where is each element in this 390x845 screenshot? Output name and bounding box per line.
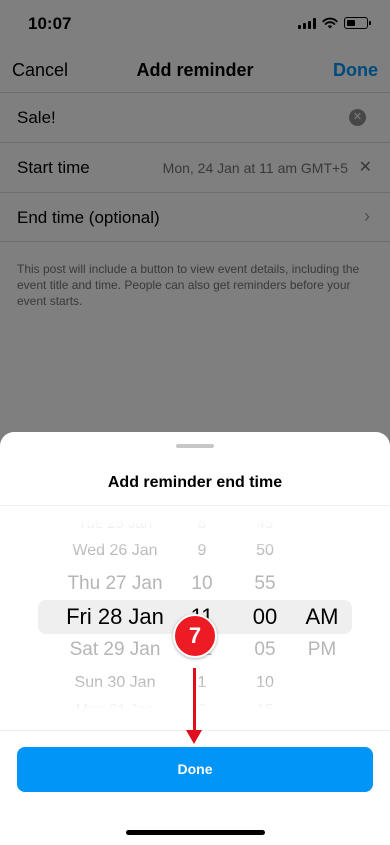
annotation-arrow <box>193 668 196 730</box>
step-number-badge: 7 <box>173 614 217 658</box>
picker-hour-option[interactable]: 10 <box>182 573 222 596</box>
picker-date-option[interactable]: Sat 29 Jan <box>40 639 190 662</box>
picker-period-option[interactable]: AM <box>298 604 346 630</box>
sheet-title: Add reminder end time <box>107 474 283 491</box>
sheet-grabber[interactable] <box>176 444 214 448</box>
picker-period-option[interactable]: PM <box>298 639 346 662</box>
picker-minute-option[interactable]: 00 <box>242 604 288 630</box>
picker-minute-option[interactable]: 55 <box>242 573 288 596</box>
add-reminder-screen: 10:07 Cancel Add reminder Done Sale! ✕ S… <box>0 0 390 845</box>
picker-date-option[interactable]: Fri 28 Jan <box>40 604 190 630</box>
picker-minute-option[interactable]: 05 <box>242 639 288 662</box>
annotation-arrow-head <box>186 730 202 744</box>
divider <box>0 505 390 506</box>
picker-date-option[interactable]: Thu 27 Jan <box>40 573 190 596</box>
done-button[interactable]: Done <box>17 747 373 792</box>
home-indicator <box>126 830 265 835</box>
